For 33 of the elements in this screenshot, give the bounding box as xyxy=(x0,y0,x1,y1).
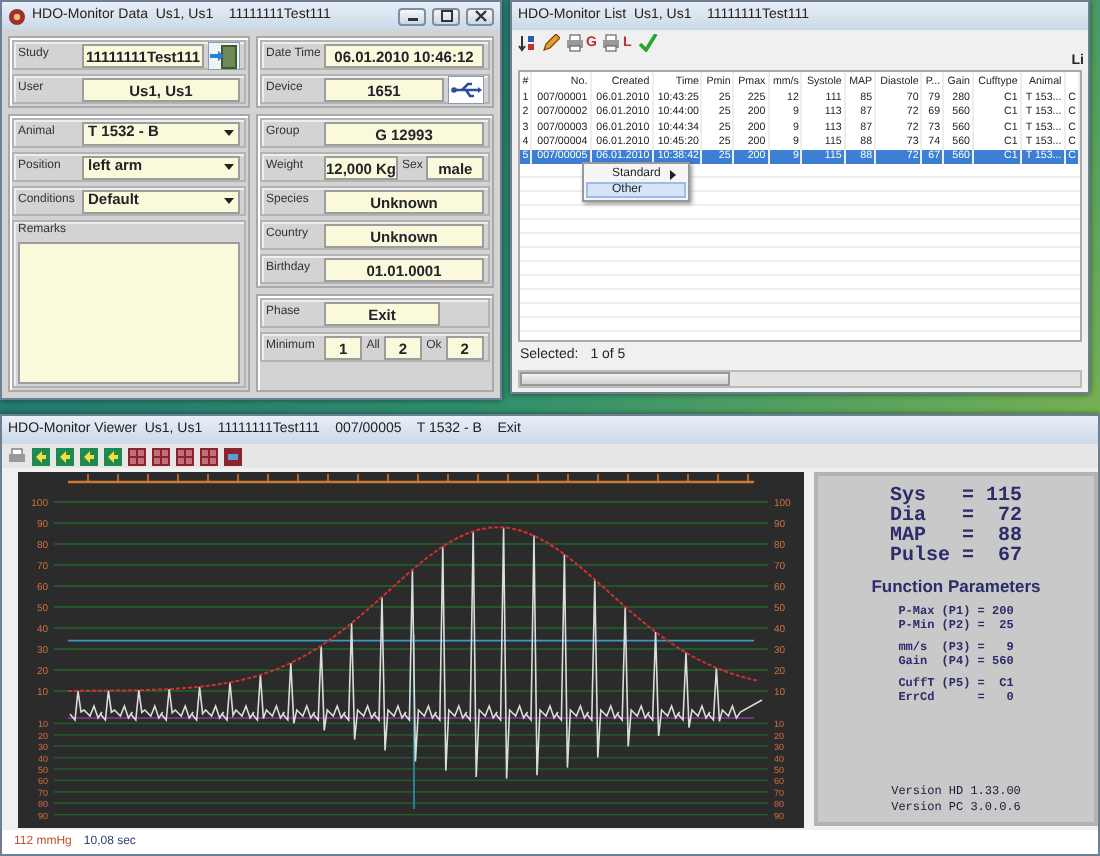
grid-icon[interactable] xyxy=(200,447,218,465)
arrow-icon[interactable] xyxy=(80,447,98,465)
arrow-icon[interactable] xyxy=(56,447,74,465)
arrow-icon[interactable] xyxy=(32,447,50,465)
printer-icon xyxy=(566,33,584,51)
grid-icon[interactable] xyxy=(128,447,146,465)
caret-icon xyxy=(223,198,234,204)
grid-icon[interactable] xyxy=(176,447,194,465)
reading-text: Pulse = 67 xyxy=(889,548,1022,568)
reading-text: MAP = 88 xyxy=(889,528,1022,548)
section-title: Function Parameters xyxy=(871,578,1041,597)
check-icon[interactable] xyxy=(637,33,658,51)
reading-text: Sys = 115 xyxy=(889,488,1022,508)
grid-icon[interactable] xyxy=(152,447,170,465)
app-icon xyxy=(8,7,26,25)
printer-icon xyxy=(602,33,621,51)
sort-icon[interactable] xyxy=(518,33,536,51)
minimize-button[interactable] xyxy=(398,7,426,25)
close-button[interactable] xyxy=(466,7,494,25)
arrow-icon[interactable] xyxy=(104,447,122,465)
window-icon[interactable] xyxy=(224,447,242,465)
caret-icon xyxy=(223,164,234,170)
remarks-field[interactable] xyxy=(18,241,240,384)
scrollbar[interactable] xyxy=(518,370,1082,388)
reading-text: Dia = 72 xyxy=(889,508,1022,528)
door-icon[interactable] xyxy=(207,41,240,69)
printer-icon[interactable] xyxy=(8,447,26,465)
usb-icon[interactable] xyxy=(448,75,484,103)
close-icon xyxy=(473,10,487,22)
scrollbar-thumb[interactable] xyxy=(520,372,730,386)
caret-icon xyxy=(223,130,234,136)
maximize-button[interactable] xyxy=(432,7,460,25)
maximize-icon xyxy=(439,10,453,22)
